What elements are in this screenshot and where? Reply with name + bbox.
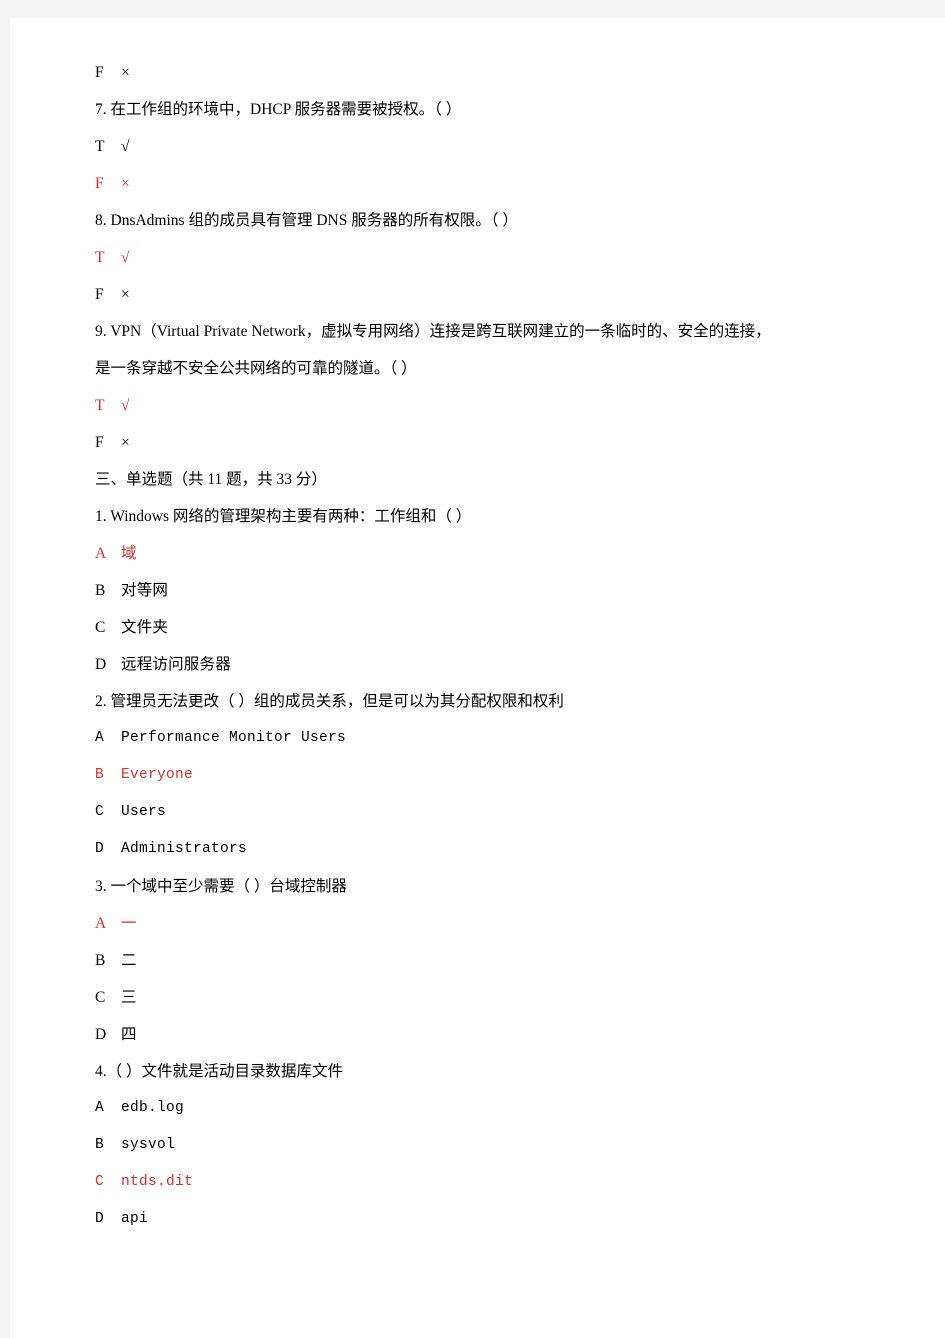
- tf-8-option-t-letter: T: [95, 249, 105, 266]
- mc-3-option-a-text: 一: [121, 915, 137, 932]
- mc-3-option-d-text: 四: [121, 1026, 137, 1043]
- tf-question-8: 8. DnsAdmins 组的成员具有管理 DNS 服务器的所有权限。（ ）: [95, 202, 895, 239]
- tf-question-7: 7. 在工作组的环境中，DHCP 服务器需要被授权。（ ）: [95, 91, 895, 128]
- mc-1-option-a[interactable]: A域: [95, 535, 895, 572]
- mc-1-option-d-letter: D: [95, 656, 107, 673]
- mc-4-option-a-text: edb.log: [121, 1100, 185, 1116]
- mc-2-option-b-text: Everyone: [121, 767, 194, 783]
- mc-2-option-a-letter: A: [95, 730, 105, 746]
- mc-3-option-a[interactable]: A一: [95, 905, 895, 942]
- mc-3-option-c-letter: C: [95, 989, 106, 1006]
- check-icon: √: [121, 249, 130, 266]
- mc-2-option-a[interactable]: A Performance Monitor Users: [95, 720, 895, 757]
- page-background: F × 7. 在工作组的环境中，DHCP 服务器需要被授权。（ ） T √ F × 8. Dn…: [0, 0, 945, 1338]
- mc-1-option-b-text: 对等网: [121, 582, 169, 599]
- tf-question-9: 9. VPN（Virtual Private Network，虚拟专用网络）连接…: [95, 313, 895, 387]
- mc-2-option-b-letter: B: [95, 767, 105, 783]
- mc-3-option-a-letter: A: [95, 915, 107, 932]
- mc-3-option-b-text: 二: [121, 952, 137, 969]
- tf-9-option-t[interactable]: T √: [95, 387, 895, 424]
- tf-question-9-line-2: 是一条穿越不安全公共网络的可靠的隧道。（ ）: [95, 360, 417, 377]
- mc-3-option-c[interactable]: C三: [95, 979, 895, 1016]
- tf-7-option-t-letter: T: [95, 138, 105, 155]
- tf-8-option-f-letter: F: [95, 286, 104, 303]
- mc-4-option-c-text: ntds.dit: [121, 1174, 194, 1190]
- mc-3-option-d-letter: D: [95, 1026, 107, 1043]
- mc-4-option-c[interactable]: Cntds.dit: [95, 1164, 895, 1201]
- mc-2-option-c-text: Users: [121, 804, 167, 820]
- cross-icon: ×: [121, 175, 130, 192]
- tf-9-option-f[interactable]: F ×: [95, 424, 895, 461]
- tf-9-option-f-letter: F: [95, 434, 104, 451]
- tf-question-7-line-1: 7. 在工作组的环境中，DHCP 服务器需要被授权。（ ）: [95, 101, 462, 118]
- mc-3-option-b-letter: B: [95, 952, 106, 969]
- mc-3-option-b[interactable]: B二: [95, 942, 895, 979]
- mc-3-option-c-text: 三: [121, 989, 137, 1006]
- mc-4-option-b[interactable]: Bsysvol: [95, 1127, 895, 1164]
- tf-7-option-f-letter: F: [95, 175, 104, 192]
- tf-option-f-orphan-letter: F: [95, 64, 104, 81]
- mc-3-option-d[interactable]: D四: [95, 1016, 895, 1053]
- mc-4-option-d[interactable]: Dapi: [95, 1201, 895, 1238]
- mc-2-option-d-letter: D: [95, 841, 105, 857]
- tf-7-option-f[interactable]: F ×: [95, 165, 895, 202]
- mc-2-option-d[interactable]: D Administrators: [95, 831, 895, 868]
- mc-4-option-a-letter: A: [95, 1100, 105, 1116]
- check-icon: √: [121, 138, 130, 155]
- section-heading-single-choice: 三、单选题（共 11 题，共 33 分）: [95, 471, 327, 488]
- mc-2-option-c[interactable]: C Users: [95, 794, 895, 831]
- mc-2-option-b[interactable]: B Everyone: [95, 757, 895, 794]
- mc-question-1-line-1: 1. Windows 网络的管理架构主要有两种：工作组和（ ）: [95, 508, 472, 525]
- mc-question-3: 3. 一个域中至少需要（ ）台域控制器: [95, 868, 895, 905]
- mc-1-option-a-text: 域: [121, 545, 137, 562]
- mc-2-option-d-text: Administrators: [121, 841, 248, 857]
- mc-4-option-b-text: sysvol: [121, 1137, 176, 1153]
- mc-1-option-c[interactable]: C 文件夹: [95, 609, 895, 646]
- mc-2-option-c-letter: C: [95, 804, 105, 820]
- mc-1-option-c-letter: C: [95, 619, 106, 636]
- mc-1-option-a-letter: A: [95, 545, 107, 562]
- mc-1-option-b-letter: B: [95, 582, 106, 599]
- mc-4-option-d-text: api: [121, 1211, 149, 1227]
- cross-icon: ×: [121, 434, 130, 451]
- mc-4-option-c-letter: C: [95, 1174, 105, 1190]
- mc-question-4-line-1: 4.（ ）文件就是活动目录数据库文件: [95, 1063, 344, 1080]
- tf-option-f-orphan[interactable]: F ×: [95, 54, 895, 91]
- tf-7-option-t[interactable]: T √: [95, 128, 895, 165]
- mc-1-option-c-text: 文件夹: [121, 619, 169, 636]
- mc-question-2: 2. 管理员无法更改（ ）组的成员关系，但是可以为其分配权限和权利: [95, 683, 895, 720]
- mc-1-option-d[interactable]: D 远程访问服务器: [95, 646, 895, 683]
- mc-4-option-d-letter: D: [95, 1211, 105, 1227]
- mc-1-option-d-text: 远程访问服务器: [121, 656, 231, 673]
- mc-question-1: 1. Windows 网络的管理架构主要有两种：工作组和（ ）: [95, 498, 895, 535]
- tf-9-option-t-letter: T: [95, 397, 105, 414]
- mc-question-2-line-1: 2. 管理员无法更改（ ）组的成员关系，但是可以为其分配权限和权利: [95, 693, 564, 710]
- mc-4-option-b-letter: B: [95, 1137, 105, 1153]
- tf-question-8-line-1: 8. DnsAdmins 组的成员具有管理 DNS 服务器的所有权限。（ ）: [95, 212, 518, 229]
- cross-icon: ×: [121, 64, 130, 81]
- mc-question-3-line-1: 3. 一个域中至少需要（ ）台域控制器: [95, 878, 347, 895]
- cross-icon: ×: [121, 286, 130, 303]
- tf-question-9-line-1: 9. VPN（Virtual Private Network，虚拟专用网络）连接…: [95, 323, 771, 340]
- mc-4-option-a[interactable]: Aedb.log: [95, 1090, 895, 1127]
- check-icon: √: [121, 397, 130, 414]
- tf-8-option-f[interactable]: F ×: [95, 276, 895, 313]
- tf-8-option-t[interactable]: T √: [95, 239, 895, 276]
- mc-2-option-a-text: Performance Monitor Users: [121, 730, 347, 746]
- document-content: F × 7. 在工作组的环境中，DHCP 服务器需要被授权。（ ） T √ F × 8. Dn…: [95, 54, 895, 1238]
- mc-1-option-b[interactable]: B 对等网: [95, 572, 895, 609]
- mc-question-4: 4.（ ）文件就是活动目录数据库文件: [95, 1053, 895, 1090]
- paper-sheet: F × 7. 在工作组的环境中，DHCP 服务器需要被授权。（ ） T √ F × 8. Dn…: [10, 18, 945, 1338]
